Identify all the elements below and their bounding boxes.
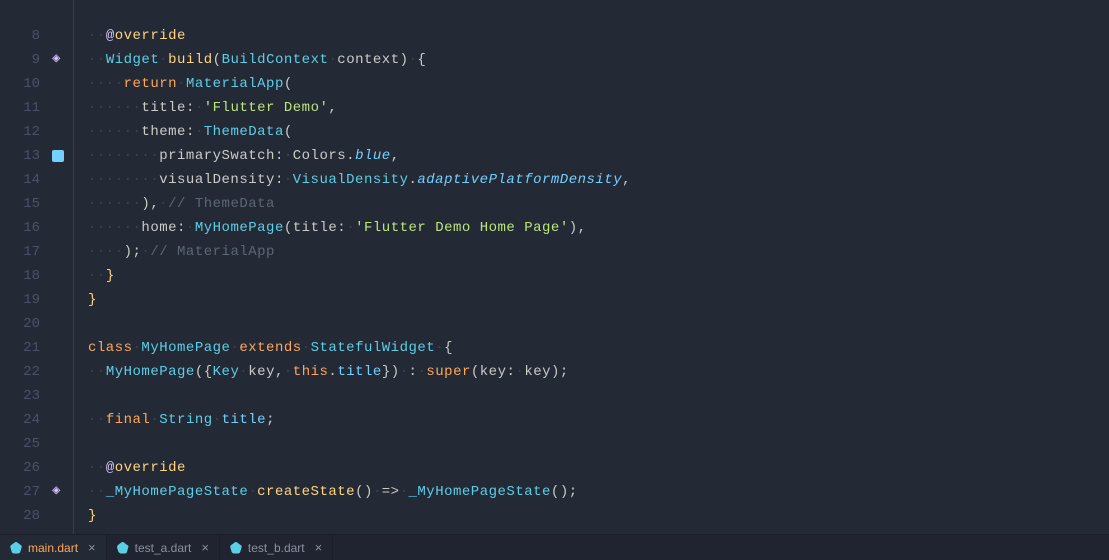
code-area[interactable]: ··@override ··Widget·build(BuildContext·…: [80, 0, 1109, 534]
code-line[interactable]: class·MyHomePage·extends·StatefulWidget·…: [88, 336, 1109, 360]
code-line[interactable]: ······),·// ThemeData: [88, 192, 1109, 216]
line-number-gutter: 8 9 10 11 12 13 14 15 16 17 18 19 20 21 …: [0, 0, 50, 534]
code-line[interactable]: ··}: [88, 264, 1109, 288]
line-number: 26: [0, 456, 46, 480]
code-line[interactable]: ··@override: [88, 456, 1109, 480]
line-number: 19: [0, 288, 46, 312]
code-line[interactable]: ········visualDensity:·VisualDensity.ada…: [88, 168, 1109, 192]
line-number: 24: [0, 408, 46, 432]
line-number: 10: [0, 72, 46, 96]
dart-file-icon: [230, 542, 242, 554]
code-line[interactable]: }: [88, 288, 1109, 312]
code-line[interactable]: ··Widget·build(BuildContext·context)·{: [88, 48, 1109, 72]
line-number: 16: [0, 216, 46, 240]
code-editor[interactable]: 8 9 10 11 12 13 14 15 16 17 18 19 20 21 …: [0, 0, 1109, 534]
code-line[interactable]: ········primarySwatch:·Colors.blue,: [88, 144, 1109, 168]
code-line[interactable]: ····);·// MaterialApp: [88, 240, 1109, 264]
tab-main-dart[interactable]: main.dart ×: [0, 535, 107, 560]
tab-label: main.dart: [28, 541, 78, 555]
tab-bar: main.dart × test_a.dart × test_b.dart ×: [0, 534, 1109, 560]
line-number: 13: [0, 144, 46, 168]
code-line[interactable]: [88, 432, 1109, 456]
tab-test-b-dart[interactable]: test_b.dart ×: [220, 535, 333, 560]
fold-gutter[interactable]: [68, 0, 80, 534]
tab-test-a-dart[interactable]: test_a.dart ×: [107, 535, 220, 560]
code-line[interactable]: ······theme:·ThemeData(: [88, 120, 1109, 144]
code-line[interactable]: ··final·String·title;: [88, 408, 1109, 432]
line-number: 21: [0, 336, 46, 360]
line-number: 25: [0, 432, 46, 456]
breakpoint-gutter[interactable]: ◈ ◈: [50, 0, 68, 534]
code-line[interactable]: [88, 384, 1109, 408]
line-number: 15: [0, 192, 46, 216]
line-number: 27: [0, 480, 46, 504]
code-line[interactable]: [88, 0, 1109, 24]
line-number: 8: [0, 24, 46, 48]
line-number: 9: [0, 48, 46, 72]
line-number: 18: [0, 264, 46, 288]
line-number: [0, 0, 46, 24]
code-line[interactable]: ··@override: [88, 24, 1109, 48]
code-line[interactable]: ······title:·'Flutter Demo',: [88, 96, 1109, 120]
line-number: 12: [0, 120, 46, 144]
dart-file-icon: [10, 542, 22, 554]
code-line[interactable]: ··MyHomePage({Key·key,·this.title})·:·su…: [88, 360, 1109, 384]
line-number: 14: [0, 168, 46, 192]
close-icon[interactable]: ×: [88, 540, 96, 555]
line-number: 11: [0, 96, 46, 120]
close-icon[interactable]: ×: [315, 540, 323, 555]
dart-file-icon: [117, 542, 129, 554]
line-number: 22: [0, 360, 46, 384]
line-number: 20: [0, 312, 46, 336]
line-number: 23: [0, 384, 46, 408]
code-line[interactable]: ······home:·MyHomePage(title:·'Flutter D…: [88, 216, 1109, 240]
code-line[interactable]: ····return·MaterialApp(: [88, 72, 1109, 96]
close-icon[interactable]: ×: [201, 540, 209, 555]
breakpoint-icon[interactable]: [52, 150, 64, 162]
tab-label: test_b.dart: [248, 541, 305, 555]
tab-label: test_a.dart: [135, 541, 192, 555]
line-number: 17: [0, 240, 46, 264]
code-line[interactable]: [88, 312, 1109, 336]
code-line[interactable]: }: [88, 504, 1109, 528]
code-line[interactable]: ··_MyHomePageState·createState()·=>·_MyH…: [88, 480, 1109, 504]
line-number: 28: [0, 504, 46, 528]
